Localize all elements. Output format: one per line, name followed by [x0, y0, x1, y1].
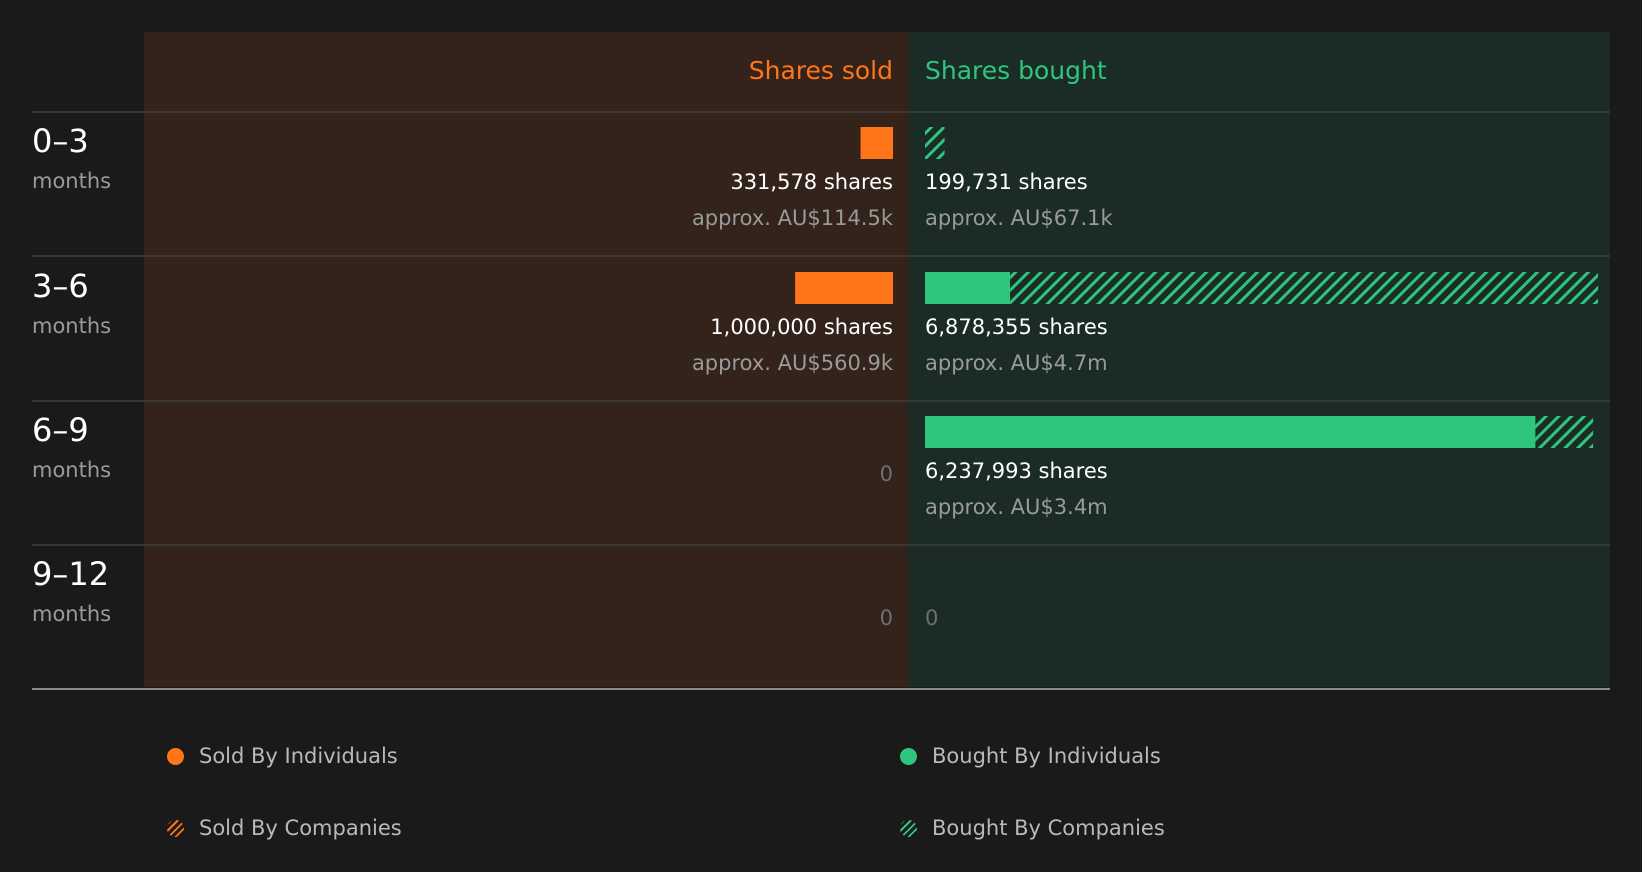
legend-bought-individuals: Bought By Individuals: [900, 741, 1161, 771]
bought-value-label: approx. AU$3.4m: [925, 495, 1108, 519]
legend-sold-individuals: Sold By Individuals: [167, 741, 398, 771]
bar-bought-companies: [1010, 272, 1599, 304]
bar-bought-individuals: [925, 272, 1011, 304]
insider-trading-chart: Shares sold Shares bought 0–3 months 331,57…: [0, 0, 1642, 872]
category-label: 3–6: [32, 267, 89, 305]
category-label: 0–3: [32, 122, 89, 160]
bar-sold-individuals: [860, 127, 893, 159]
sold-header: Shares sold: [749, 56, 893, 85]
bought-shares-label: 6,878,355 shares: [925, 315, 1108, 339]
legend-sold-companies: Sold By Companies: [167, 813, 402, 843]
legend-label-sold-individuals: Sold By Individuals: [199, 744, 398, 768]
legend-swatch-bought-individuals: [900, 747, 917, 765]
bar-bought-individuals: [925, 416, 1536, 448]
bar-bought-companies: [1535, 416, 1594, 448]
category-unit: months: [32, 169, 111, 193]
sold-shares-label: 331,578 shares: [730, 170, 893, 194]
sold-zero-label: 0: [880, 606, 893, 630]
legend-label-bought-individuals: Bought By Individuals: [932, 744, 1161, 768]
bought-value-label: approx. AU$67.1k: [925, 206, 1114, 230]
sold-shares-label: 1,000,000 shares: [710, 315, 893, 339]
bar-sold-individuals: [795, 272, 893, 304]
legend-label-sold-companies: Sold By Companies: [199, 816, 402, 840]
bought-value-label: approx. AU$4.7m: [925, 351, 1108, 375]
sold-value-label: approx. AU$560.9k: [692, 351, 894, 375]
bought-shares-label: 199,731 shares: [925, 170, 1088, 194]
category-label: 6–9: [32, 411, 89, 449]
category-unit: months: [32, 458, 111, 482]
category-label: 9–12: [32, 555, 109, 593]
legend-bought-companies: Bought By Companies: [900, 813, 1165, 843]
legend-swatch-sold-individuals: [167, 747, 184, 765]
sold-zero-label: 0: [880, 462, 893, 486]
legend-swatch-bought-companies: [900, 819, 917, 837]
legend-swatch-sold-companies: [167, 819, 184, 837]
bar-bought-companies: [925, 127, 945, 159]
sold-value-label: approx. AU$114.5k: [692, 206, 894, 230]
category-unit: months: [32, 602, 111, 626]
chart-legend: Sold By Individuals Bought By Individual…: [0, 720, 1642, 872]
insider-trading-bar-chart: Shares sold Shares bought 0–3 months 331,57…: [32, 32, 1610, 690]
category-unit: months: [32, 314, 111, 338]
bought-zero-label: 0: [925, 606, 938, 630]
legend-label-bought-companies: Bought By Companies: [932, 816, 1165, 840]
bought-shares-label: 6,237,993 shares: [925, 459, 1108, 483]
bought-header: Shares bought: [925, 56, 1107, 85]
